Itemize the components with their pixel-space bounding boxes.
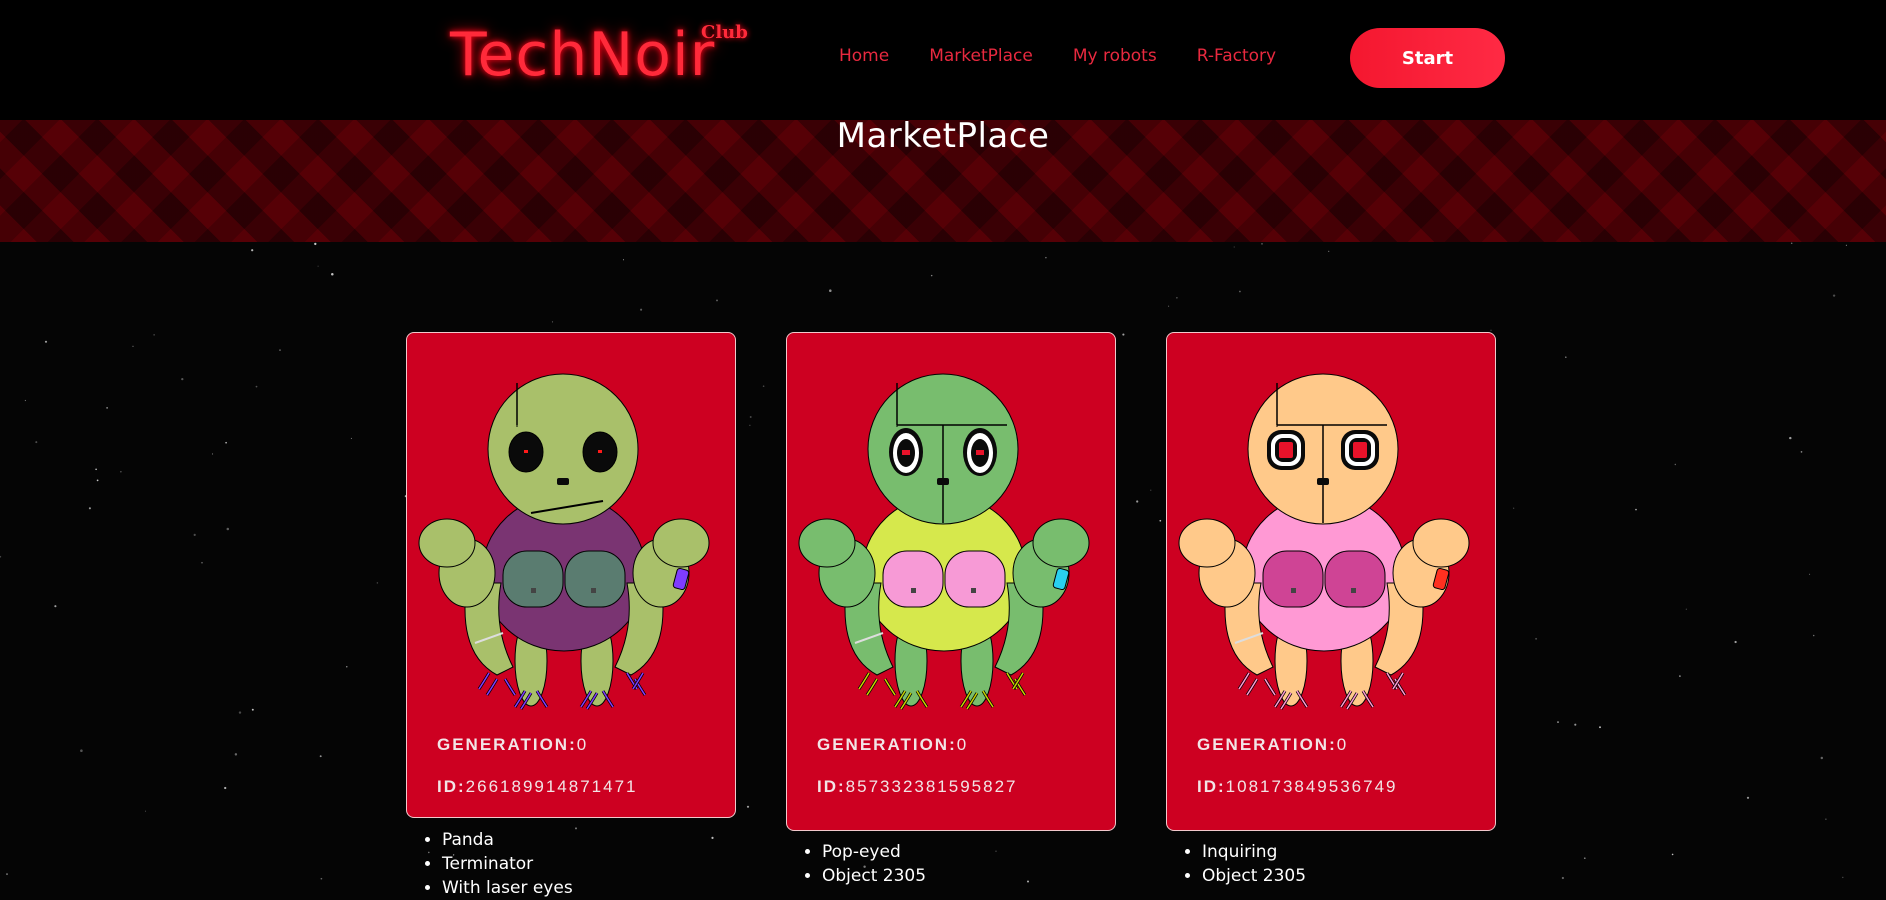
robot-card[interactable]: GENERATION:0 ID:266189914871471 xyxy=(406,332,736,818)
robot-image xyxy=(798,373,1090,710)
generation-label: GENERATION: xyxy=(817,735,957,754)
generation-value: 0 xyxy=(1336,735,1349,754)
robot-image xyxy=(418,373,710,710)
id-value: 108173849536749 xyxy=(1225,777,1398,796)
robot-generation: GENERATION:0 xyxy=(437,735,588,755)
main-menu: Home MarketPlace My robots R-Factory xyxy=(839,46,1316,66)
trait-item: Pop-eyed xyxy=(822,840,926,864)
robot-id: ID:266189914871471 xyxy=(437,777,638,797)
generation-value: 0 xyxy=(576,735,589,754)
trait-item: Panda xyxy=(442,828,573,852)
brand-logo-superscript: Club xyxy=(701,22,748,43)
start-button[interactable]: Start xyxy=(1350,28,1505,88)
id-value: 857332381595827 xyxy=(845,777,1018,796)
trait-item: Terminator xyxy=(442,852,573,876)
robot-generation: GENERATION:0 xyxy=(1197,735,1348,755)
page-title: MarketPlace xyxy=(836,116,1050,156)
trait-item: With laser eyes xyxy=(442,876,573,900)
generation-label: GENERATION: xyxy=(437,735,577,754)
nav-link-marketplace[interactable]: MarketPlace xyxy=(929,46,1033,66)
nav-link-r-factory[interactable]: R-Factory xyxy=(1197,46,1276,66)
trait-item: Object 2305 xyxy=(1202,864,1306,888)
robot-traits-list: Panda Terminator With laser eyes xyxy=(406,828,573,900)
robot-id: ID:108173849536749 xyxy=(1197,777,1398,797)
generation-label: GENERATION: xyxy=(1197,735,1337,754)
top-navbar: TechNoir Club Home MarketPlace My robots… xyxy=(0,0,1886,120)
nav-link-home[interactable]: Home xyxy=(839,46,889,66)
robot-image xyxy=(1178,373,1470,710)
id-label: ID: xyxy=(1197,777,1226,796)
robot-card[interactable]: GENERATION:0 ID:857332381595827 xyxy=(786,332,1116,831)
robot-traits-list: Pop-eyed Object 2305 xyxy=(786,840,926,888)
robot-generation: GENERATION:0 xyxy=(817,735,968,755)
robot-traits-list: Inquiring Object 2305 xyxy=(1166,840,1306,888)
id-label: ID: xyxy=(437,777,466,796)
id-value: 266189914871471 xyxy=(465,777,638,796)
trait-item: Object 2305 xyxy=(822,864,926,888)
trait-item: Inquiring xyxy=(1202,840,1306,864)
nav-link-my-robots[interactable]: My robots xyxy=(1073,46,1157,66)
id-label: ID: xyxy=(817,777,846,796)
robot-card[interactable]: GENERATION:0 ID:108173849536749 xyxy=(1166,332,1496,831)
robot-id: ID:857332381595827 xyxy=(817,777,1018,797)
generation-value: 0 xyxy=(956,735,969,754)
brand-logo[interactable]: TechNoir xyxy=(450,20,715,90)
